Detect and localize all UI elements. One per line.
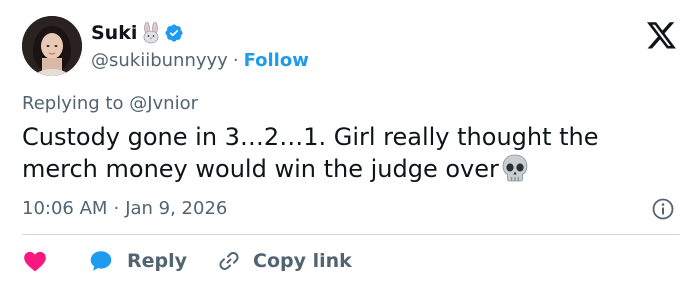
x-logo-icon[interactable] [647,22,677,50]
rabbit-icon [140,22,162,44]
handle-row: @sukiibunnyyy · Follow [91,48,309,72]
reply-mention[interactable]: @Jvnior [129,93,198,114]
tweet-date: Jan 9, 2026 [125,198,228,219]
speech-bubble-icon [88,248,114,274]
link-icon [217,249,241,273]
reply-button[interactable]: Reply [88,248,187,274]
copy-link-button[interactable]: Copy link [217,249,352,273]
heart-icon[interactable] [22,248,48,274]
divider [22,234,680,235]
reply-context: Replying to @Jvnior [22,93,198,114]
follow-link[interactable]: Follow [244,50,309,71]
skull-icon [500,153,530,183]
tweet-card: Suki @sukiibunnyyy · Follow Replying to … [0,0,700,287]
handle[interactable]: @sukiibunnyyy [91,50,228,71]
tweet-time: 10:06 AM [22,198,108,219]
tweet-text: Custody gone in 3…2…1. Girl really thoug… [22,121,672,185]
author-name-row: Suki [91,20,184,46]
separator: · [232,49,239,71]
avatar[interactable] [22,16,82,76]
action-bar: Reply Copy link [22,246,352,276]
reply-prefix: Replying to [22,93,130,114]
separator: · [113,198,120,219]
display-name[interactable]: Suki [91,22,137,44]
timestamp-row[interactable]: 10:06 AM · Jan 9, 2026 [22,198,227,219]
verified-badge-icon [164,23,184,43]
info-icon[interactable] [651,197,675,221]
reply-label: Reply [127,250,188,272]
copy-link-label: Copy link [253,250,352,272]
